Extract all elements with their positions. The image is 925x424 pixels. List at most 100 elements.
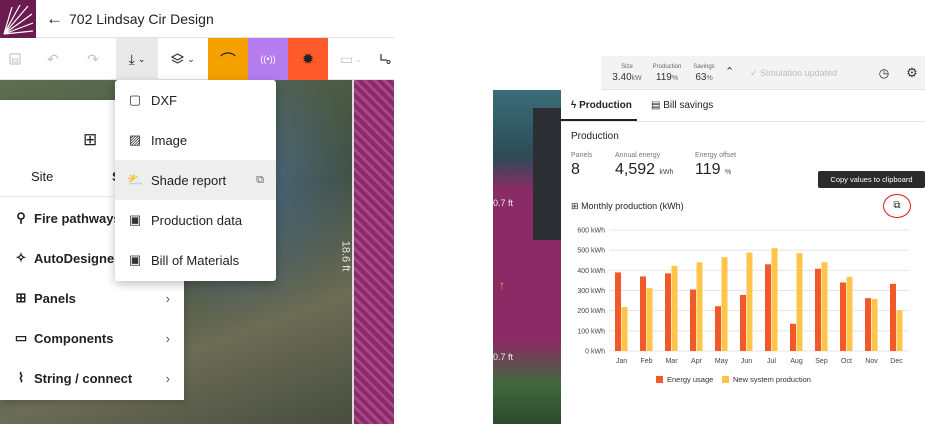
redo-icon: ↷ bbox=[87, 50, 99, 67]
y-tick-label: 100 kWh bbox=[577, 328, 605, 335]
azimuth-arrow-icon: ↑ bbox=[499, 278, 505, 292]
bar-energy-usage bbox=[840, 282, 846, 351]
app-logo[interactable] bbox=[0, 0, 36, 38]
monthly-production-chart: 0 kWh 100 kWh 200 kWh 300 kWh 400 kWh 500 kWh… bbox=[577, 228, 909, 384]
bar-energy-usage bbox=[665, 273, 671, 351]
roof-dimension-label: 18.6 ft bbox=[339, 240, 352, 272]
chevron-down-icon: ⌄ bbox=[137, 53, 146, 64]
image-icon: ▨ bbox=[128, 132, 142, 147]
wireless-tool-button[interactable]: ((•)) bbox=[248, 38, 288, 80]
menu-item-label: Bill of Materials bbox=[151, 252, 240, 268]
route-icon bbox=[380, 54, 391, 64]
dimension-label: 0.7 ft bbox=[493, 198, 514, 208]
route-tool-button[interactable] bbox=[376, 38, 394, 80]
legend-swatch bbox=[656, 376, 663, 383]
obscured-info-card bbox=[533, 108, 561, 240]
stat-production: Production 119% bbox=[647, 64, 687, 83]
gear-icon: ⚙ bbox=[906, 65, 918, 80]
bar-energy-usage bbox=[715, 306, 721, 351]
shade-report-icon: ⛅ bbox=[127, 172, 144, 187]
screenshot-gap bbox=[394, 0, 493, 424]
sidebar-item-string-connect[interactable]: ⌇ String / connect › bbox=[0, 358, 184, 398]
menu-item-production-data[interactable]: ▣ Production data bbox=[115, 200, 276, 240]
production-pane: Size 3.40kW Production 119% Savings 63% … bbox=[493, 0, 925, 424]
legend-label: Energy usage bbox=[667, 375, 713, 384]
save-icon bbox=[9, 53, 21, 65]
shade-tool-button[interactable]: ⌒ bbox=[208, 38, 248, 80]
download-file-icon: ▣ bbox=[128, 252, 142, 267]
shade-arc-icon: ⌒ bbox=[219, 53, 236, 70]
download-file-icon: ▣ bbox=[128, 212, 142, 227]
menu-item-label: Shade report bbox=[151, 172, 227, 188]
save-button[interactable] bbox=[0, 38, 30, 80]
x-tick-label: Jan bbox=[616, 358, 627, 365]
sidebar-item-panels[interactable]: ⊞ Panels › bbox=[0, 278, 184, 318]
menu-item-image[interactable]: ▨ Image bbox=[115, 120, 276, 160]
undo-button[interactable]: ↶ bbox=[38, 38, 68, 80]
back-arrow-icon[interactable]: ← bbox=[46, 9, 63, 29]
bar-energy-usage bbox=[890, 283, 896, 351]
bar-new-system-production bbox=[671, 265, 678, 351]
bar-energy-usage bbox=[740, 294, 746, 351]
stat-label: Size bbox=[621, 64, 633, 70]
bar-energy-usage bbox=[640, 276, 646, 351]
menu-item-bill-of-materials[interactable]: ▣ Bill of Materials bbox=[115, 240, 276, 280]
bar-new-system-production bbox=[871, 298, 878, 351]
bar-new-system-production bbox=[846, 276, 853, 351]
stat-label: Savings bbox=[693, 64, 715, 70]
roof-map-canvas-partial[interactable]: 0.7 ft 0.7 ft ↑ bbox=[493, 90, 561, 424]
toolbar: ↶ ↷ ⤓ ⌄ ⌄ ⌒ ((•)) ✹ ▭ ⌄ bbox=[0, 38, 394, 80]
roof-segment[interactable] bbox=[352, 80, 394, 424]
x-tick-label: Jul bbox=[767, 358, 776, 365]
bar-new-system-production bbox=[796, 253, 803, 351]
bar-energy-usage bbox=[765, 264, 771, 351]
bar-new-system-production bbox=[896, 310, 903, 351]
export-button[interactable]: ⤓ ⌄ bbox=[116, 38, 158, 80]
chevron-right-icon: › bbox=[165, 370, 170, 386]
y-tick-label: 200 kWh bbox=[577, 308, 605, 315]
history-icon: ◷ bbox=[878, 66, 890, 80]
x-tick-label: Feb bbox=[640, 358, 652, 365]
stat-value: 63% bbox=[695, 72, 713, 83]
bar-new-system-production bbox=[696, 262, 703, 351]
x-tick-label: Oct bbox=[841, 358, 852, 365]
download-icon: ⤓ bbox=[128, 50, 135, 67]
top-bar: ← 702 Lindsay Cir Design bbox=[0, 0, 394, 38]
stat-size: Size 3.40kW bbox=[607, 64, 647, 83]
project-title: 702 Lindsay Cir Design bbox=[69, 11, 214, 27]
x-tick-label: Apr bbox=[691, 358, 703, 365]
monitor-icon: ▭ bbox=[340, 50, 354, 67]
collapse-stats-button[interactable]: ⌃ bbox=[725, 65, 734, 78]
y-tick-label: 0 kWh bbox=[585, 349, 605, 356]
layers-button[interactable]: ⌄ bbox=[162, 38, 204, 80]
grid-icon: ⊞ bbox=[83, 130, 98, 149]
fire-pathways-icon: ⚲ bbox=[16, 210, 26, 225]
bar-energy-usage bbox=[865, 298, 871, 351]
chevron-down-icon: ⌄ bbox=[355, 54, 362, 64]
y-tick-label: 500 kWh bbox=[577, 248, 605, 255]
bar-energy-usage bbox=[790, 323, 796, 351]
sidebar-item-label: AutoDesigner bbox=[34, 250, 120, 266]
x-tick-label: Mar bbox=[665, 358, 678, 365]
x-tick-label: Jun bbox=[741, 358, 752, 365]
design-editor-pane: ← 702 Lindsay Cir Design ↶ ↷ ⤓ ⌄ ⌄ ⌒ ((•… bbox=[0, 0, 394, 424]
y-tick-label: 400 kWh bbox=[577, 268, 605, 275]
redo-button[interactable]: ↷ bbox=[78, 38, 108, 80]
magic-wand-icon: ✧ bbox=[15, 250, 27, 265]
bar-new-system-production bbox=[646, 288, 653, 351]
sidebar-item-label: Fire pathways bbox=[34, 210, 121, 226]
bar-new-system-production bbox=[771, 248, 778, 351]
sidebar-item-components[interactable]: ▭ Components › bbox=[0, 318, 184, 358]
x-tick-label: Sep bbox=[815, 358, 828, 365]
menu-item-label: Image bbox=[151, 132, 188, 148]
view-mode-button[interactable]: ▭ ⌄ bbox=[334, 38, 368, 80]
menu-item-dxf[interactable]: ▢ DXF bbox=[115, 80, 276, 120]
menu-item-shade-report[interactable]: ⛅ Shade report ⧉ bbox=[115, 160, 276, 200]
sun-tool-button[interactable]: ✹ bbox=[288, 38, 328, 80]
settings-button[interactable]: ⚙ bbox=[901, 62, 923, 84]
tab-site[interactable]: Site bbox=[31, 169, 53, 184]
bar-new-system-production bbox=[746, 252, 753, 351]
menu-item-label: Production data bbox=[151, 212, 243, 228]
bar-new-system-production bbox=[621, 307, 628, 351]
history-button[interactable]: ◷ bbox=[873, 62, 895, 84]
